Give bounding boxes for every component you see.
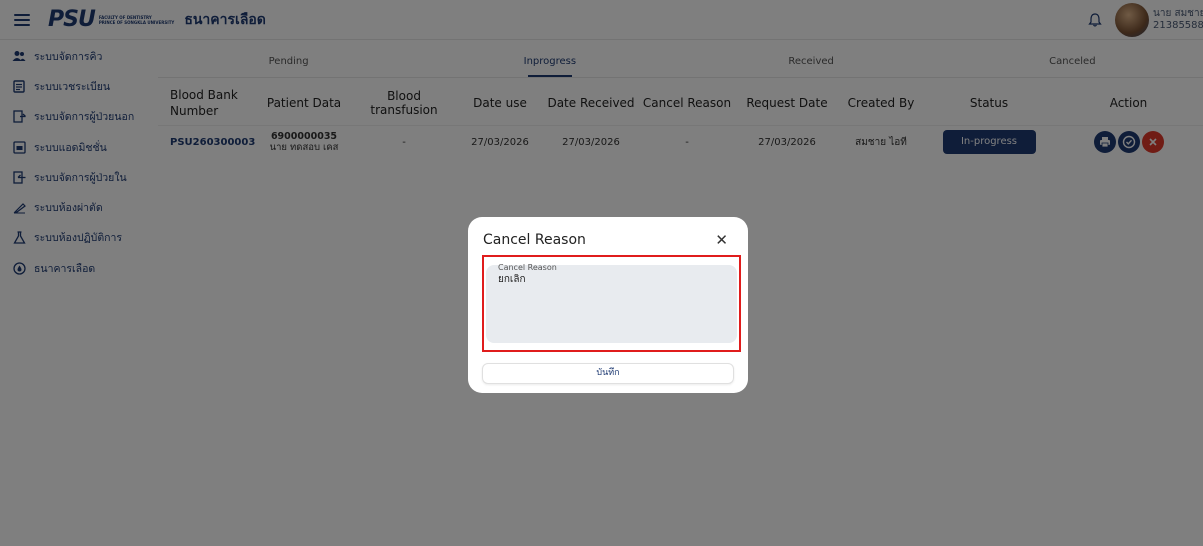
close-icon[interactable]: ✕: [715, 231, 728, 249]
cancel-reason-field-label: Cancel Reason: [498, 263, 557, 272]
save-button[interactable]: บันทึก: [482, 363, 734, 384]
field-highlight-box: Cancel Reason ยกเลิก: [482, 255, 741, 352]
cancel-reason-dialog: Cancel Reason ✕ Cancel Reason ยกเลิก บัน…: [468, 217, 748, 393]
dialog-title: Cancel Reason: [483, 232, 586, 248]
cancel-reason-field-value[interactable]: ยกเลิก: [498, 272, 526, 287]
